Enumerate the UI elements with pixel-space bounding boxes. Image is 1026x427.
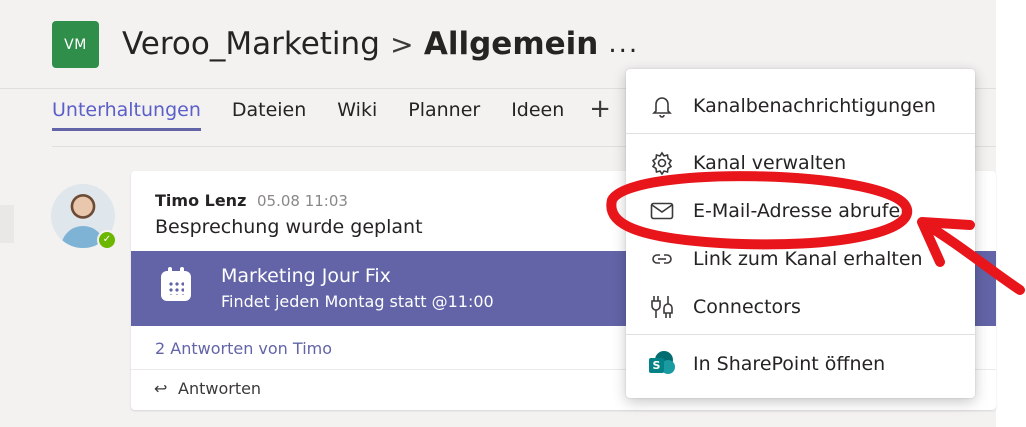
menu-item-connectors[interactable]: Connectors xyxy=(626,285,975,329)
team-initials: VM xyxy=(64,36,87,53)
channel-name: Allgemein xyxy=(423,26,599,62)
menu-item-label: Kanalbenachrichtigungen xyxy=(693,95,936,117)
tab-planner[interactable]: Planner xyxy=(408,96,480,124)
message-timestamp: 05.08 11:03 xyxy=(257,192,348,210)
replies-link[interactable]: 2 Antworten von Timo xyxy=(155,339,332,358)
gear-icon xyxy=(647,151,677,175)
envelope-icon xyxy=(647,202,677,220)
channel-tabs: Unterhaltungen Dateien Wiki Planner Idee… xyxy=(52,96,611,131)
tab-wiki[interactable]: Wiki xyxy=(337,96,377,124)
connectors-icon xyxy=(647,295,677,319)
menu-divider xyxy=(626,334,975,335)
chevron-right-icon: > xyxy=(390,28,414,61)
menu-item-label: In SharePoint öffnen xyxy=(693,353,886,375)
menu-item-open-in-sharepoint[interactable]: S In SharePoint öffnen xyxy=(626,342,975,386)
tab-ideen[interactable]: Ideen xyxy=(511,96,564,124)
channel-options-menu: Kanalbenachrichtigungen Kanal verwalten … xyxy=(626,69,975,398)
bell-icon xyxy=(647,94,677,118)
meeting-recurrence: Findet jeden Montag statt @11:00 xyxy=(221,292,494,311)
menu-item-get-email-address[interactable]: E-Mail-Adresse abrufen xyxy=(626,189,975,233)
right-panel-edge xyxy=(996,0,1026,427)
team-avatar: VM xyxy=(52,21,99,68)
menu-divider xyxy=(626,133,975,134)
menu-item-label: Kanal verwalten xyxy=(693,152,847,174)
menu-item-label: Connectors xyxy=(693,296,801,318)
team-name[interactable]: Veroo_Marketing xyxy=(122,26,380,62)
calendar-icon xyxy=(161,267,191,301)
breadcrumb: Veroo_Marketing > Allgemein... xyxy=(122,22,639,68)
presence-available-icon: ✓ xyxy=(97,230,117,250)
reply-label: Antworten xyxy=(178,379,262,398)
reply-arrow-icon: ↩ xyxy=(154,379,168,398)
menu-item-get-channel-link[interactable]: Link zum Kanal erhalten xyxy=(626,237,975,281)
tab-unterhaltungen[interactable]: Unterhaltungen xyxy=(52,96,201,131)
more-options-button[interactable]: ... xyxy=(608,29,639,59)
menu-item-channel-notifications[interactable]: Kanalbenachrichtigungen xyxy=(626,84,975,128)
message-text: Besprechung wurde geplant xyxy=(155,216,423,238)
message-author[interactable]: Timo Lenz xyxy=(155,191,246,210)
menu-item-label: Link zum Kanal erhalten xyxy=(693,248,923,270)
left-panel-edge xyxy=(0,205,14,243)
menu-item-manage-channel[interactable]: Kanal verwalten xyxy=(626,141,975,185)
meeting-title: Marketing Jour Fix xyxy=(221,265,391,287)
link-icon xyxy=(647,250,677,268)
tab-dateien[interactable]: Dateien xyxy=(232,96,306,124)
menu-item-label: E-Mail-Adresse abrufen xyxy=(693,200,913,222)
sharepoint-icon: S xyxy=(647,351,677,377)
add-tab-button[interactable]: + xyxy=(589,96,611,122)
reply-button[interactable]: ↩ Antworten xyxy=(154,379,261,398)
